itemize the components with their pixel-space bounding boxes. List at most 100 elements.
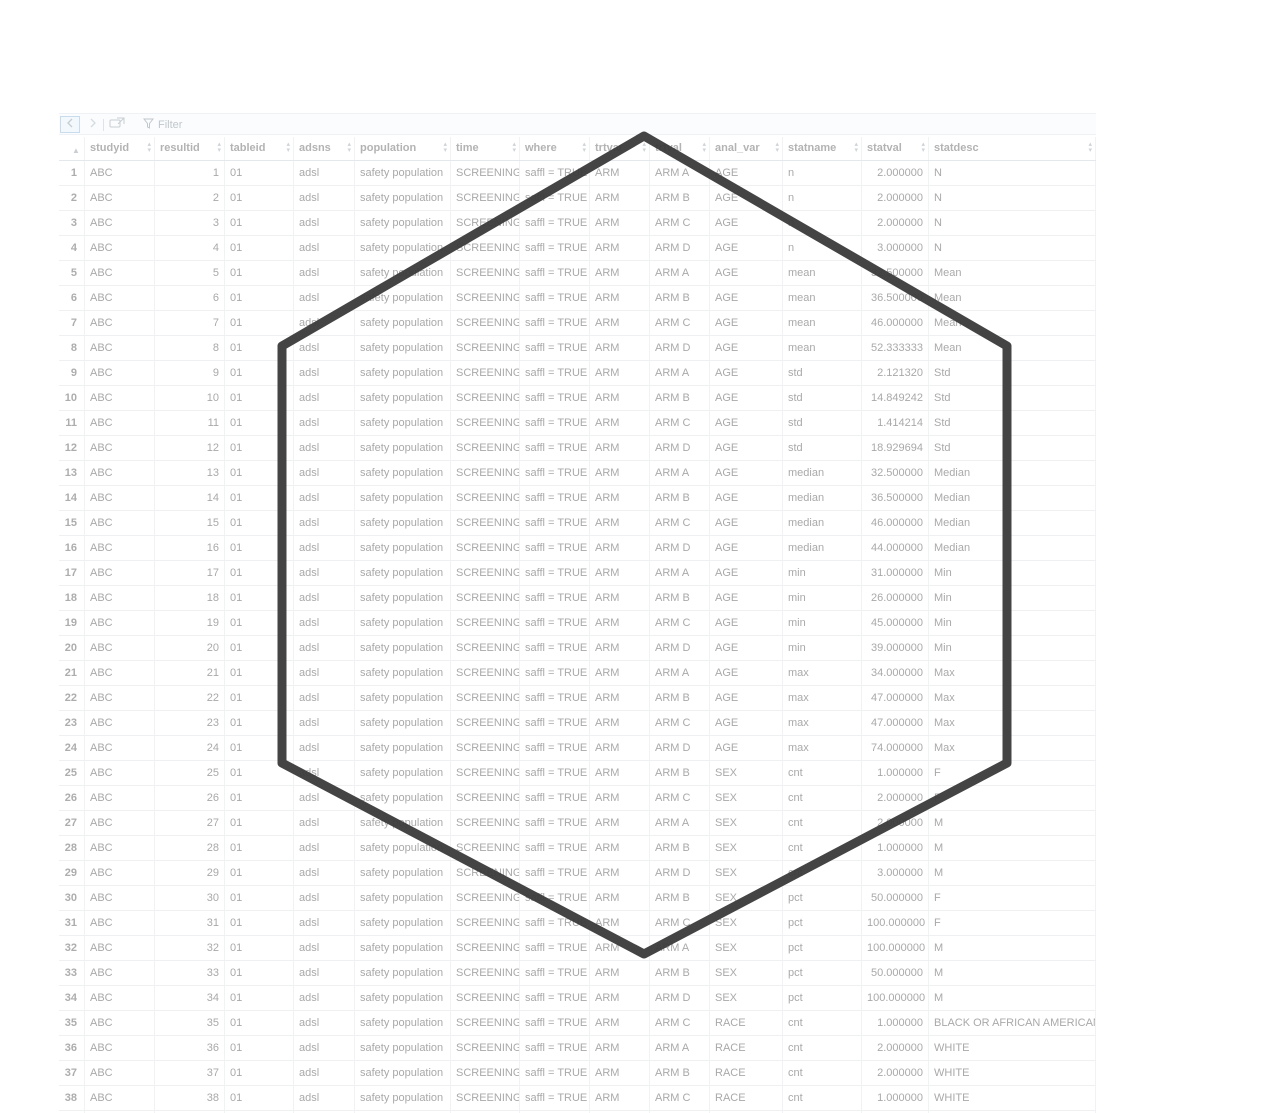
cell-tableid: 01 (225, 511, 294, 535)
table-row[interactable]: 2 ABC 2 01 adsl safety population SCREENING saf… (59, 186, 1096, 211)
table-row[interactable]: 9 ABC 9 01 adsl safety population SCREENING saf… (59, 361, 1096, 386)
back-button[interactable] (60, 116, 80, 133)
cell-population: safety population (355, 411, 451, 435)
cell-statname: mean (783, 261, 862, 285)
column-header-adsns[interactable]: adsns ▴ ▾ (294, 137, 355, 160)
cell-trtval: ARM A (650, 161, 710, 185)
column-header-statdesc[interactable]: statdesc ▴ ▾ (929, 137, 1096, 160)
table-row[interactable]: 31 ABC 31 01 adsl safety population SCREENING s… (59, 911, 1096, 936)
cell-tableid: 01 (225, 311, 294, 335)
column-header-resultid[interactable]: resultid ▴ ▾ (155, 137, 225, 160)
column-header-time[interactable]: time ▴ ▾ (451, 137, 520, 160)
cell-statval: 32.500000 (862, 261, 929, 285)
cell-where: saffl = TRUE (520, 286, 590, 310)
cell-statval: 18.929694 (862, 436, 929, 460)
table-body: 1 ABC 1 01 adsl safety population SCREENING saf… (59, 161, 1096, 1113)
table-row[interactable]: 15 ABC 15 01 adsl safety population SCREENING s… (59, 511, 1096, 536)
column-header-trtvar[interactable]: trtvar ▴ ▾ (590, 137, 650, 160)
column-header-tableid[interactable]: tableid ▴ ▾ (225, 137, 294, 160)
table-row[interactable]: 25 ABC 25 01 adsl safety population SCREENING s… (59, 761, 1096, 786)
column-header-anal-var[interactable]: anal_var ▴ ▾ (710, 137, 783, 160)
popout-button[interactable] (107, 116, 127, 133)
column-header-population[interactable]: population ▴ ▾ (355, 137, 451, 160)
sort-icon: ▴ ▾ (147, 141, 151, 154)
table-row[interactable]: 14 ABC 14 01 adsl safety population SCREENING s… (59, 486, 1096, 511)
cell-statval: 100.000000 (862, 911, 929, 935)
cell-resultid: 6 (155, 286, 225, 310)
column-header-statval[interactable]: statval ▴ ▾ (862, 137, 929, 160)
table-row[interactable]: 6 ABC 6 01 adsl safety population SCREENING saf… (59, 286, 1096, 311)
column-header-studyid[interactable]: studyid ▴ ▾ (85, 137, 155, 160)
table-row[interactable]: 17 ABC 17 01 adsl safety population SCREENING s… (59, 561, 1096, 586)
table-row[interactable]: 37 ABC 37 01 adsl safety population SCREENING s… (59, 1061, 1096, 1086)
row-number: 6 (59, 286, 85, 310)
table-row[interactable]: 16 ABC 16 01 adsl safety population SCREENING s… (59, 536, 1096, 561)
table-row[interactable]: 5 ABC 5 01 adsl safety population SCREENING saf… (59, 261, 1096, 286)
table-row[interactable]: 20 ABC 20 01 adsl safety population SCREENING s… (59, 636, 1096, 661)
cell-statval: 46.000000 (862, 311, 929, 335)
cell-tableid: 01 (225, 811, 294, 835)
cell-tableid: 01 (225, 911, 294, 935)
column-header-trtval[interactable]: trtval ▴ ▾ (650, 137, 710, 160)
table-row[interactable]: 3 ABC 3 01 adsl safety population SCREENING saf… (59, 211, 1096, 236)
column-header-where[interactable]: where ▴ ▾ (520, 137, 590, 160)
cell-trtval: ARM B (650, 386, 710, 410)
cell-statname: n (783, 211, 862, 235)
table-row[interactable]: 11 ABC 11 01 adsl safety population SCREENING s… (59, 411, 1096, 436)
row-number-header[interactable]: ▲ (59, 137, 85, 160)
filter-button[interactable]: Filter (142, 117, 182, 133)
cell-statval: 3.000000 (862, 861, 929, 885)
table-row[interactable]: 21 ABC 21 01 adsl safety population SCREENING s… (59, 661, 1096, 686)
column-header-statname[interactable]: statname ▴ ▾ (783, 137, 862, 160)
cell-population: safety population (355, 486, 451, 510)
cell-anal-var: AGE (710, 286, 783, 310)
cell-time: SCREENING (451, 736, 520, 760)
cell-tableid: 01 (225, 711, 294, 735)
column-header-label: statdesc (934, 142, 979, 154)
table-row[interactable]: 29 ABC 29 01 adsl safety population SCREENING s… (59, 861, 1096, 886)
cell-population: safety population (355, 236, 451, 260)
cell-trtval: ARM B (650, 761, 710, 785)
cell-studyid: ABC (85, 911, 155, 935)
table-row[interactable]: 13 ABC 13 01 adsl safety population SCREENING s… (59, 461, 1096, 486)
forward-button[interactable] (83, 116, 103, 133)
table-row[interactable]: 7 ABC 7 01 adsl safety population SCREENING saf… (59, 311, 1096, 336)
table-row[interactable]: 24 ABC 24 01 adsl safety population SCREENING s… (59, 736, 1096, 761)
column-header-label: adsns (299, 142, 331, 154)
row-number: 7 (59, 311, 85, 335)
row-number: 24 (59, 736, 85, 760)
table-row[interactable]: 23 ABC 23 01 adsl safety population SCREENING s… (59, 711, 1096, 736)
table-row[interactable]: 4 ABC 4 01 adsl safety population SCREENING saf… (59, 236, 1096, 261)
cell-trtvar: ARM (590, 286, 650, 310)
cell-time: SCREENING (451, 936, 520, 960)
table-row[interactable]: 18 ABC 18 01 adsl safety population SCREENING s… (59, 586, 1096, 611)
table-row[interactable]: 26 ABC 26 01 adsl safety population SCREENING s… (59, 786, 1096, 811)
cell-anal-var: AGE (710, 386, 783, 410)
table-row[interactable]: 30 ABC 30 01 adsl safety population SCREENING s… (59, 886, 1096, 911)
cell-statname: n (783, 186, 862, 210)
table-row[interactable]: 1 ABC 1 01 adsl safety population SCREENING saf… (59, 161, 1096, 186)
table-row[interactable]: 12 ABC 12 01 adsl safety population SCREENING s… (59, 436, 1096, 461)
table-row[interactable]: 19 ABC 19 01 adsl safety population SCREENING s… (59, 611, 1096, 636)
cell-statdesc: N (929, 236, 1096, 260)
table-row[interactable]: 34 ABC 34 01 adsl safety population SCREENING s… (59, 986, 1096, 1011)
cell-statname: cnt (783, 1036, 862, 1060)
table-row[interactable]: 28 ABC 28 01 adsl safety population SCREENING s… (59, 836, 1096, 861)
table-row[interactable]: 27 ABC 27 01 adsl safety population SCREENING s… (59, 811, 1096, 836)
table-row[interactable]: 8 ABC 8 01 adsl safety population SCREENING saf… (59, 336, 1096, 361)
table-row[interactable]: 35 ABC 35 01 adsl safety population SCREENING s… (59, 1011, 1096, 1036)
sort-icon: ▴ ▾ (347, 141, 351, 154)
table-row[interactable]: 10 ABC 10 01 adsl safety population SCREENING s… (59, 386, 1096, 411)
table-row[interactable]: 36 ABC 36 01 adsl safety population SCREENING s… (59, 1036, 1096, 1061)
cell-trtvar: ARM (590, 386, 650, 410)
cell-resultid: 25 (155, 761, 225, 785)
table-row[interactable]: 32 ABC 32 01 adsl safety population SCREENING s… (59, 936, 1096, 961)
table-row[interactable]: 22 ABC 22 01 adsl safety population SCREENING s… (59, 686, 1096, 711)
cell-trtval: ARM B (650, 836, 710, 860)
cell-resultid: 38 (155, 1086, 225, 1110)
cell-tableid: 01 (225, 686, 294, 710)
cell-statname: median (783, 461, 862, 485)
table-row[interactable]: 33 ABC 33 01 adsl safety population SCREENING s… (59, 961, 1096, 986)
table-row[interactable]: 38 ABC 38 01 adsl safety population SCREENING s… (59, 1086, 1096, 1111)
cell-studyid: ABC (85, 461, 155, 485)
